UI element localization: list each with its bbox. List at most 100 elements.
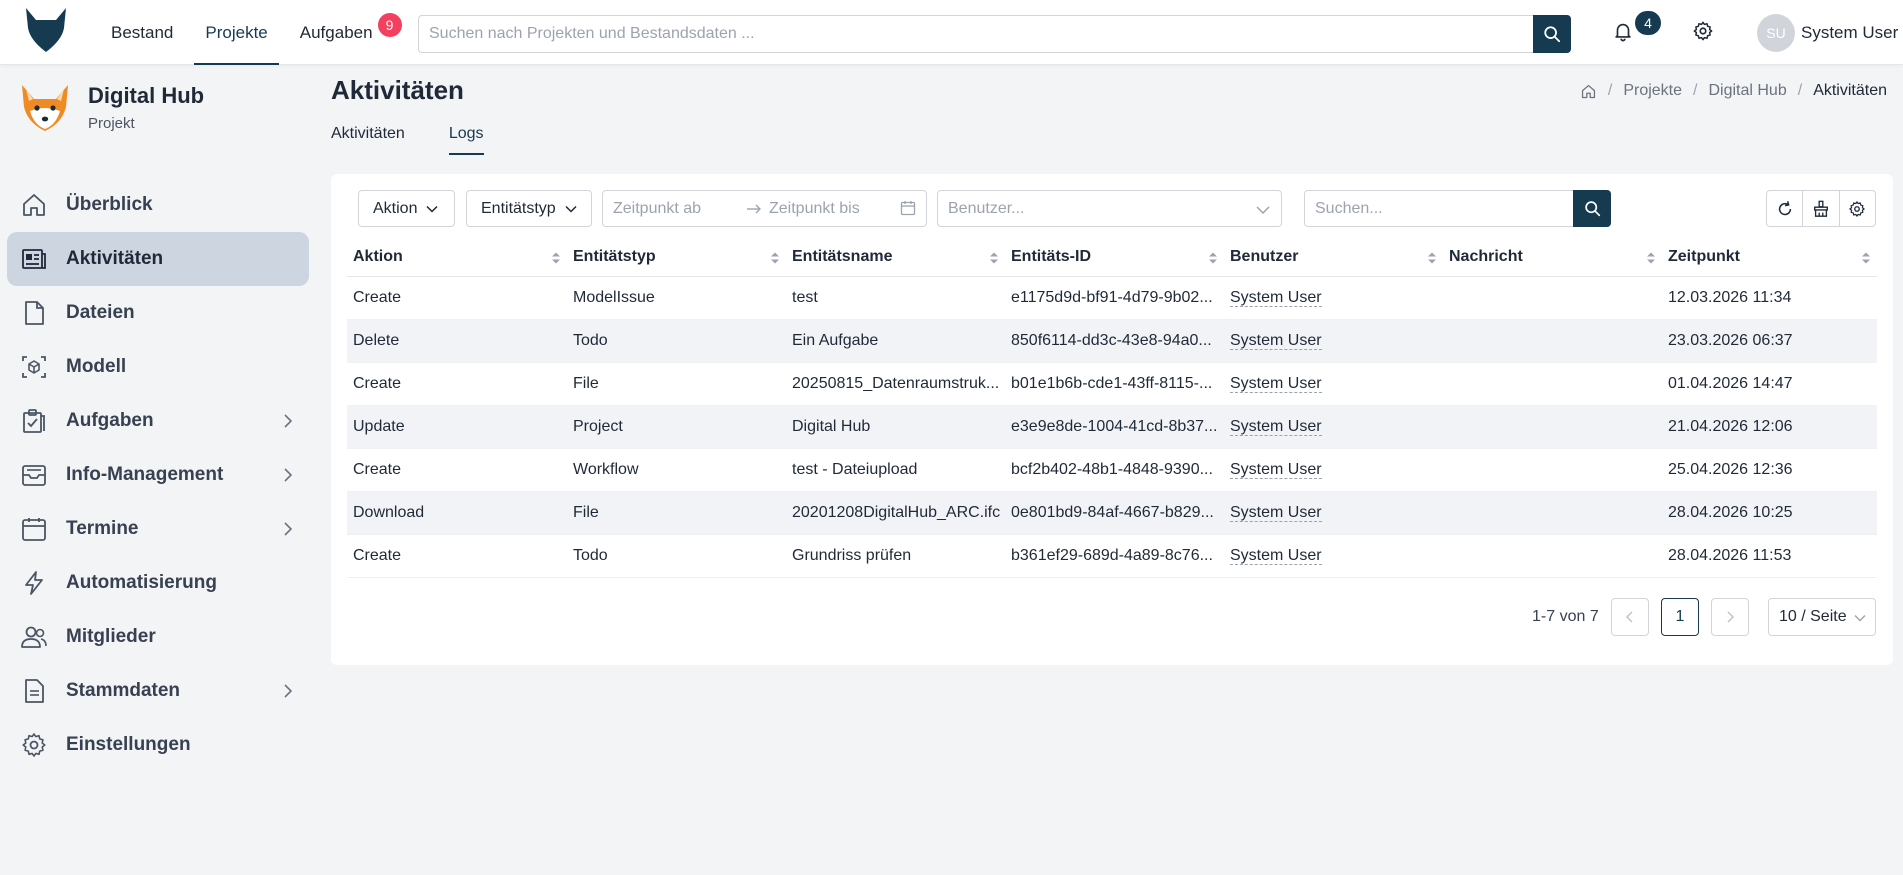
lightning-icon — [25, 571, 43, 595]
page-size-select[interactable]: 10 / Seite — [1768, 598, 1876, 636]
sidebar-item-automatisierung[interactable]: Automatisierung — [7, 556, 309, 610]
sort-icon — [1428, 252, 1436, 264]
activity-icon — [22, 249, 46, 269]
cell-aktion: Download — [347, 491, 567, 535]
sidebar-item-mitglieder[interactable]: Mitglieder — [7, 610, 309, 664]
sidebar-item-einstellungen[interactable]: Einstellungen — [7, 718, 309, 772]
logs-search-button[interactable] — [1573, 190, 1611, 227]
cell-entitaetsname: Ein Aufgabe — [786, 319, 1005, 363]
sidebar-menu: Überblick Aktivitäten Dateien Modell Auf… — [7, 178, 309, 772]
column-header-zeitpunkt[interactable]: Zeitpunkt — [1662, 238, 1877, 277]
topnav-bestand[interactable]: Bestand — [100, 0, 184, 65]
user-link[interactable]: System User — [1230, 546, 1322, 565]
cell-zeitpunkt: 25.04.2026 12:36 — [1662, 448, 1877, 492]
fox-logo-icon[interactable] — [22, 6, 70, 54]
global-search-button[interactable] — [1533, 15, 1571, 53]
tab-aktivitaeten[interactable]: Aktivitäten — [331, 125, 405, 155]
topnav-projekte[interactable]: Projekte — [194, 0, 280, 65]
date-to-input[interactable]: Zeitpunkt bis — [769, 200, 860, 218]
cell-aktion: Update — [347, 405, 567, 449]
table-row[interactable]: Create Todo Grundriss prüfen b361ef29-68… — [347, 534, 1877, 578]
sidebar-item-modell[interactable]: Modell — [7, 340, 309, 394]
user-link[interactable]: System User — [1230, 503, 1322, 522]
document-icon — [25, 679, 44, 703]
date-range-picker: Zeitpunkt ab Zeitpunkt bis — [602, 190, 927, 227]
table-row[interactable]: Create File 20250815_Datenraumstruk... b… — [347, 362, 1877, 406]
cell-nachricht — [1443, 491, 1662, 535]
sidebar-item-termine[interactable]: Termine — [7, 502, 309, 556]
sidebar-item-aufgaben[interactable]: Aufgaben — [7, 394, 309, 448]
cell-zeitpunkt: 21.04.2026 12:06 — [1662, 405, 1877, 449]
cell-entitaetstyp: File — [567, 362, 786, 406]
sidebar-item-aktivitaeten[interactable]: Aktivitäten — [7, 232, 309, 286]
action-filter-dropdown[interactable]: Aktion — [358, 190, 455, 227]
cell-entitaetsname: test - Dateiupload — [786, 448, 1005, 492]
pagination-next-button[interactable] — [1711, 598, 1749, 636]
cell-entitaetsname: Digital Hub — [786, 405, 1005, 449]
cell-entitaets-id: 0e801bd9-84af-4667-b829... — [1005, 491, 1224, 535]
refresh-button[interactable] — [1767, 191, 1804, 226]
column-header-entitaetstyp[interactable]: Entitätstyp — [567, 238, 786, 277]
page-title: Aktivitäten — [331, 75, 464, 105]
cell-aktion: Delete — [347, 319, 567, 363]
home-icon[interactable] — [1580, 83, 1597, 100]
breadcrumb-digital-hub[interactable]: Digital Hub — [1708, 82, 1786, 100]
column-header-entitaets-id[interactable]: Entitäts-ID — [1005, 238, 1224, 277]
breadcrumb-projekte[interactable]: Projekte — [1623, 82, 1682, 100]
breadcrumb: / Projekte / Digital Hub / Aktivitäten — [1580, 82, 1887, 100]
sidebar: Digital Hub Projekt Überblick Aktivitäte… — [0, 65, 318, 875]
entity-type-filter-dropdown[interactable]: Entitätstyp — [466, 190, 592, 227]
chevron-right-icon — [284, 468, 293, 482]
calendar-icon[interactable] — [900, 200, 916, 216]
logs-card: Aktion Entitätstyp Zeitpunkt ab Zeitpunk… — [331, 174, 1893, 665]
cell-entitaetstyp: Project — [567, 405, 786, 449]
global-search-input[interactable] — [418, 15, 1533, 53]
clipboard-icon — [23, 409, 45, 433]
tab-logs[interactable]: Logs — [448, 125, 484, 155]
gear-icon[interactable] — [1692, 20, 1714, 42]
user-link[interactable]: System User — [1230, 460, 1322, 479]
sort-icon — [1209, 252, 1217, 264]
user-filter-select[interactable]: Benutzer... — [937, 190, 1282, 227]
table-row[interactable]: Delete Todo Ein Aufgabe 850f6114-dd3c-43… — [347, 319, 1877, 363]
date-from-input[interactable]: Zeitpunkt ab — [613, 200, 701, 218]
user-link[interactable]: System User — [1230, 288, 1322, 307]
cell-benutzer: System User — [1224, 534, 1443, 578]
column-header-nachricht[interactable]: Nachricht — [1443, 238, 1662, 277]
column-header-entitaetsname[interactable]: Entitätsname — [786, 238, 1005, 277]
user-link[interactable]: System User — [1230, 374, 1322, 393]
pagination-prev-button[interactable] — [1611, 598, 1649, 636]
pagination-page-1[interactable]: 1 — [1661, 598, 1699, 636]
cell-benutzer: System User — [1224, 491, 1443, 535]
search-icon — [1584, 201, 1600, 217]
user-link[interactable]: System User — [1230, 417, 1322, 436]
cell-aktion: Create — [347, 362, 567, 406]
table-row[interactable]: Create Workflow test - Dateiupload bcf2b… — [347, 448, 1877, 492]
sidebar-item-dateien[interactable]: Dateien — [7, 286, 309, 340]
table-row[interactable]: Update Project Digital Hub e3e9e8de-1004… — [347, 405, 1877, 449]
column-header-benutzer[interactable]: Benutzer — [1224, 238, 1443, 277]
cell-entitaetstyp: Todo — [567, 534, 786, 578]
logs-search-input[interactable] — [1304, 190, 1573, 227]
top-nav: Bestand Projekte Aufgaben 9 — [100, 0, 402, 65]
table-row[interactable]: Create ModelIssue test e1175d9d-bf91-4d7… — [347, 276, 1877, 320]
clear-filter-button[interactable] — [1803, 191, 1840, 226]
cell-entitaetsname: Grundriss prüfen — [786, 534, 1005, 578]
cell-entitaetstyp: Todo — [567, 319, 786, 363]
cell-entitaetstyp: ModelIssue — [567, 276, 786, 320]
table-settings-button[interactable] — [1840, 191, 1875, 226]
cell-entitaets-id: bcf2b402-48b1-4848-9390... — [1005, 448, 1224, 492]
sidebar-item-info-management[interactable]: Info-Management — [7, 448, 309, 502]
chevron-down-icon — [565, 205, 577, 213]
inbox-icon — [22, 465, 46, 486]
user-menu[interactable]: SU System User — [1757, 13, 1898, 53]
cell-nachricht — [1443, 319, 1662, 363]
sidebar-item-stammdaten[interactable]: Stammdaten — [7, 664, 309, 718]
bell-icon[interactable] — [1612, 20, 1634, 42]
table-row[interactable]: Download File 20201208DigitalHub_ARC.ifc… — [347, 491, 1877, 535]
logs-search — [1304, 190, 1611, 227]
user-link[interactable]: System User — [1230, 331, 1322, 350]
column-header-aktion[interactable]: Aktion — [347, 238, 567, 277]
sidebar-item-ueberblick[interactable]: Überblick — [7, 178, 309, 232]
topnav-aufgaben[interactable]: Aufgaben 9 — [289, 0, 402, 65]
